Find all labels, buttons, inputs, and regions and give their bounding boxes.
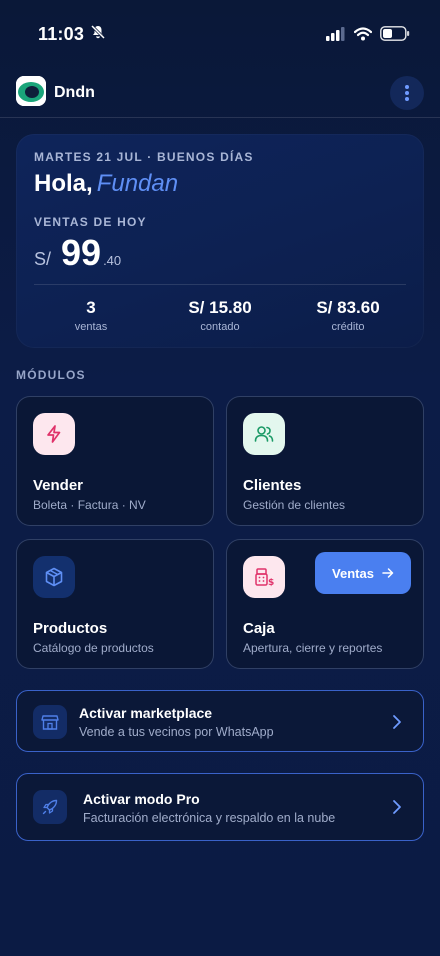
svg-text:$: $ [268,578,274,588]
module-subtitle: Catálogo de productos [33,641,154,655]
module-caja[interactable]: $ Ventas Caja Apertura, cierre y reporte… [226,539,424,669]
app-logo [16,76,46,106]
box-icon [33,556,75,598]
module-vender[interactable]: Vender Boleta · Factura · NV [16,396,214,526]
activate-marketplace-button[interactable]: Activar marketplace Vende a tus vecinos … [16,690,424,752]
action-title: Activar marketplace [79,705,213,721]
module-title: Caja [243,620,275,637]
module-subtitle: Apertura, cierre y reportes [243,641,383,655]
bell-muted-icon [90,24,106,45]
amount-integer: 99 [61,232,102,273]
more-vertical-icon [405,85,409,101]
sales-today-label: VENTAS DE HOY [34,215,147,229]
greeting-text: Hola, [34,170,93,197]
cash-register-icon: $ [243,556,285,598]
ventas-button-label: Ventas [332,565,374,581]
chevron-right-icon [393,715,401,729]
stat-label: ventas [74,321,108,333]
activate-pro-button[interactable]: Activar modo Pro Facturación electrónica… [16,773,424,841]
store-icon [33,705,67,739]
stat-cash: S/ 15.80 contado [160,298,280,333]
stat-credit: S/ 83.60 crédito [288,298,408,333]
module-subtitle: Gestión de clientes [243,498,346,512]
action-subtitle: Vende a tus vecinos por WhatsApp [79,725,274,739]
modules-section-label: MÓDULOS [16,368,86,382]
stat-value: S/ 83.60 [316,298,380,317]
chevron-right-icon [393,800,401,814]
date-greeting-line: MARTES 21 JUL · BUENOS DÍAS [34,150,254,164]
currency-symbol: S/ [34,249,52,269]
status-time: 11:03 [38,24,106,45]
module-title: Vender [33,477,84,494]
module-title: Clientes [243,477,302,494]
stat-value: 3 [86,298,96,317]
stat-value: S/ 15.80 [188,298,252,317]
clock: 11:03 [38,24,85,44]
users-icon [243,413,285,455]
lightning-icon [33,413,75,455]
module-subtitle: Boleta · Factura · NV [33,498,146,512]
greeting: Hola, Fundan [34,170,178,198]
module-productos[interactable]: Productos Catálogo de productos [16,539,214,669]
arrow-right-icon [382,568,394,578]
battery-icon [380,26,410,46]
sales-today-amount: S/ 99 .40 [34,232,121,274]
divider [34,284,406,285]
signal-icon [326,26,346,46]
wifi-icon [353,26,373,46]
status-bar: 11:03 [0,0,440,70]
daily-summary-card: MARTES 21 JUL · BUENOS DÍAS Hola, Fundan … [16,134,424,348]
app-title: Dndn [54,84,95,101]
user-name: Fundan [96,170,179,197]
stat-label: contado [200,321,240,333]
more-menu-button[interactable] [390,76,424,110]
stat-sales-count: 3 ventas [31,298,151,333]
module-title: Productos [33,620,108,637]
amount-decimal: .40 [103,253,122,268]
rocket-icon [33,790,67,824]
action-subtitle: Facturación electrónica y respaldo en la… [83,811,336,825]
module-clientes[interactable]: Clientes Gestión de clientes [226,396,424,526]
ventas-button[interactable]: Ventas [315,552,411,594]
action-title: Activar modo Pro [83,791,200,807]
app-header: Dndn [0,70,440,118]
status-indicators [326,26,410,46]
stat-label: crédito [331,321,365,333]
